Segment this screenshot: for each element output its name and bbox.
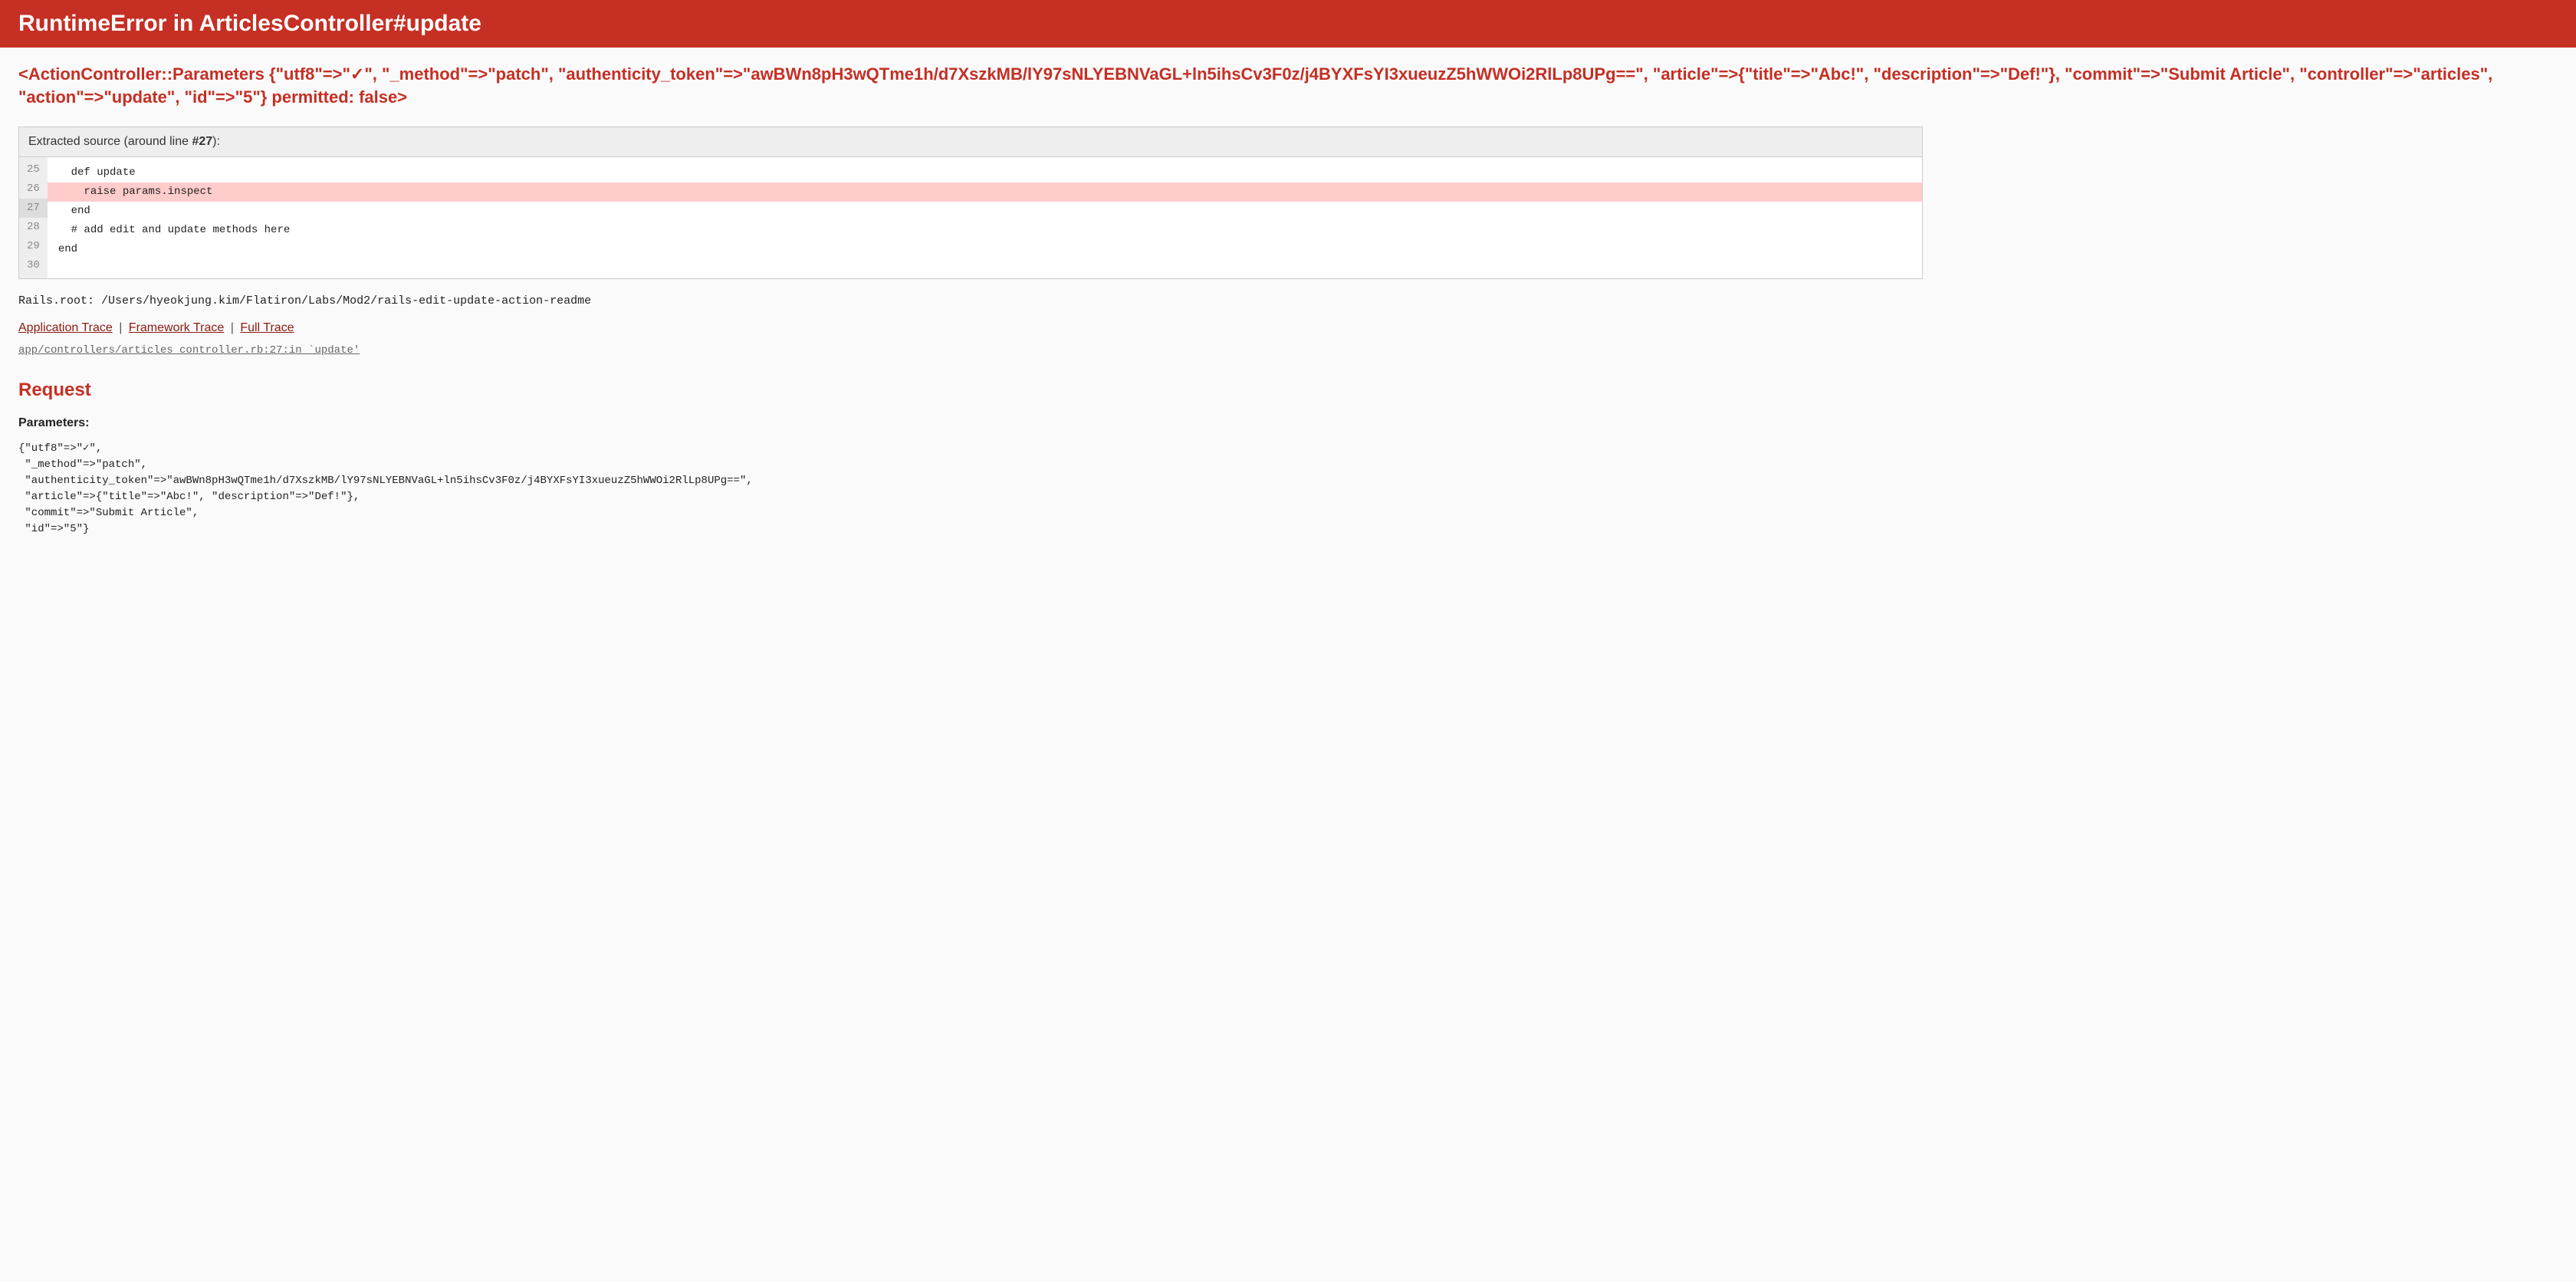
line-num: 27 <box>19 199 48 218</box>
line-numbers: 25 26 27 28 29 30 <box>19 157 48 278</box>
code-line: end <box>48 240 1922 259</box>
source-header: Extracted source (around line #27): <box>19 127 1922 157</box>
line-num: 26 <box>19 179 48 199</box>
separator: | <box>231 321 234 334</box>
request-heading: Request <box>18 380 2558 401</box>
colon: : <box>85 416 89 429</box>
trace-tabs: Application Trace | Framework Trace | Fu… <box>18 321 2558 335</box>
code-line: def update <box>48 163 1922 182</box>
error-title: RuntimeError in ArticlesController#updat… <box>18 11 2558 37</box>
line-num: 29 <box>19 237 48 256</box>
trace-line: app/controllers/articles_controller.rb:2… <box>18 344 2558 357</box>
code-line: # add edit and update methods here <box>48 221 1922 240</box>
source-label-end: ): <box>212 135 220 148</box>
rails-root: Rails.root: /Users/hyeokjung.kim/Flatiro… <box>18 294 2558 307</box>
full-trace-link[interactable]: Full Trace <box>240 321 294 334</box>
extracted-source: Extracted source (around line #27): 25 2… <box>18 127 1923 279</box>
trace-entry[interactable]: app/controllers/articles_controller.rb:2… <box>18 344 360 357</box>
parameters-label-text: Parameters <box>18 416 85 429</box>
line-num: 30 <box>19 256 48 275</box>
parameters-dump: {"utf8"=>"✓", "_method"=>"patch", "authe… <box>18 441 2558 537</box>
parameters-label: Parameters: <box>18 416 2558 430</box>
error-header: RuntimeError in ArticlesController#updat… <box>0 0 2576 48</box>
line-num: 25 <box>19 160 48 179</box>
content: <ActionController::Parameters {"utf8"=>"… <box>0 48 2576 553</box>
code-line-highlighted: raise params.inspect <box>48 182 1922 202</box>
code-lines: def update raise params.inspect end # ad… <box>48 157 1922 278</box>
source-line-number: #27 <box>192 135 212 148</box>
application-trace-link[interactable]: Application Trace <box>18 321 113 334</box>
line-num: 28 <box>19 218 48 237</box>
source-label: Extracted source (around line <box>28 135 192 148</box>
separator: | <box>119 321 122 334</box>
exception-message: <ActionController::Parameters {"utf8"=>"… <box>18 63 2558 108</box>
framework-trace-link[interactable]: Framework Trace <box>129 321 224 334</box>
source-body: 25 26 27 28 29 30 def update raise param… <box>19 157 1922 278</box>
code-line: end <box>48 202 1922 221</box>
